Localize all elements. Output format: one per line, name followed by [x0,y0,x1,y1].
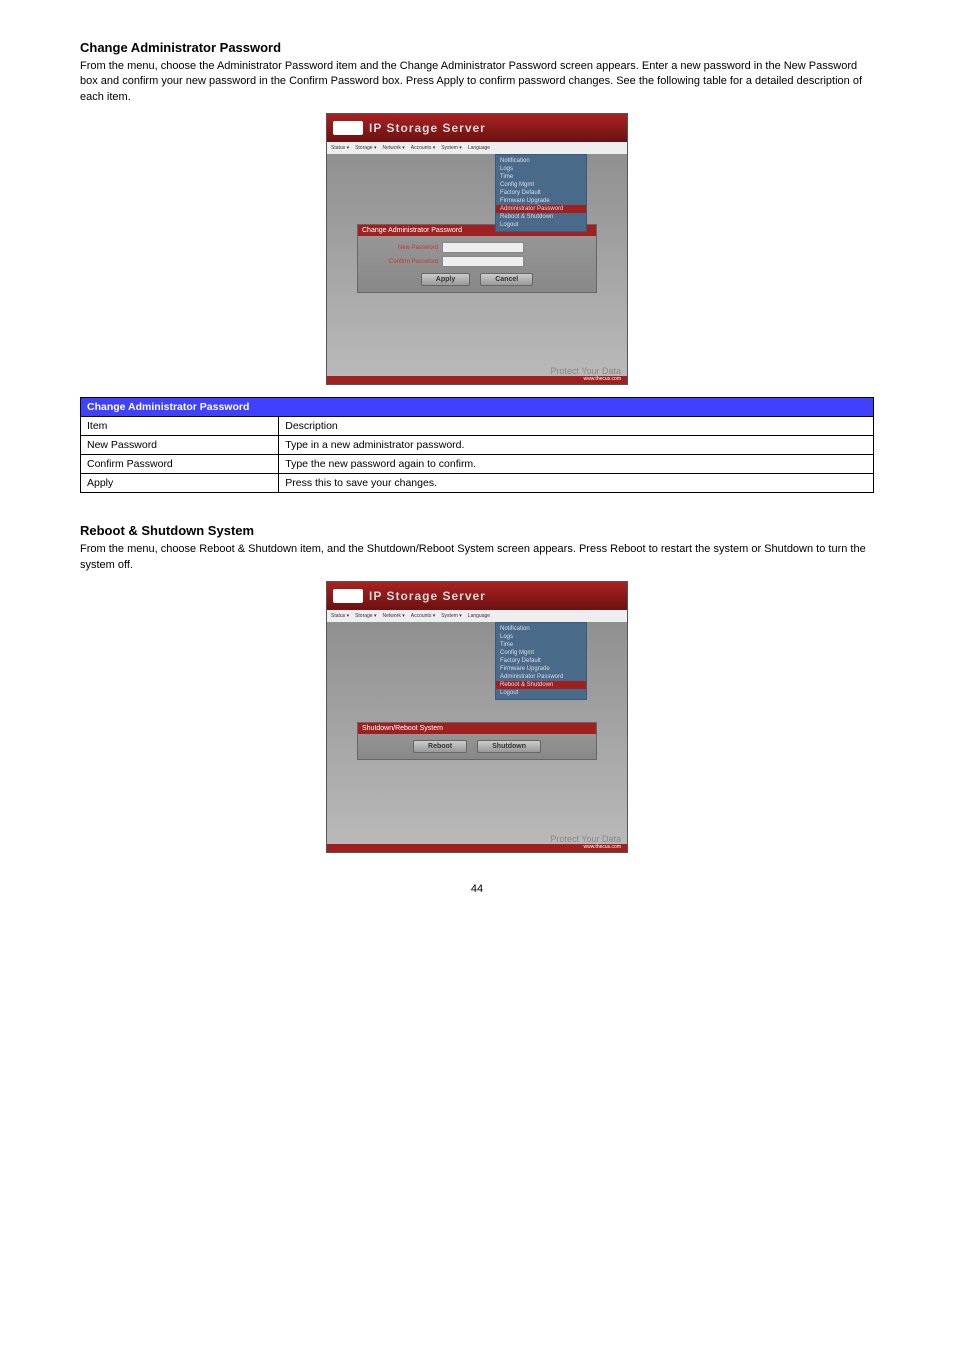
screenshot-admin-password: IP Storage Server Status ▾ Storage ▾ Net… [326,113,628,385]
row-new-password: New Password [368,242,586,253]
table-row: Apply Press this to save your changes. [81,474,874,493]
menu-storage[interactable]: Storage ▾ [355,613,376,619]
menu-language[interactable]: Language [468,145,490,151]
ss-footer: Protect Your Data www.thecus.com [327,830,627,852]
table-cell-item: Confirm Password [81,455,279,474]
confirm-password-input[interactable] [442,256,524,267]
menu-storage[interactable]: Storage ▾ [355,145,376,151]
system-dropdown: Notification Logs Time Config Mgmt Facto… [495,154,587,232]
brand-logo [333,121,363,135]
dropdown-factory-default[interactable]: Factory Default [496,189,586,197]
dropdown-factory-default[interactable]: Factory Default [496,657,586,665]
menu-system[interactable]: System ▾ [441,613,462,619]
section-admin-password: Change Administrator Password From the m… [80,40,874,493]
table-row: Item Description [81,417,874,436]
table-header: Change Administrator Password [81,398,874,417]
dropdown-reboot-shutdown[interactable]: Reboot & Shutdown [496,213,586,221]
admin-password-table: Change Administrator Password Item Descr… [80,397,874,493]
button-row: Reboot Shutdown [368,740,586,753]
footer-bar: www.thecus.com [327,376,627,384]
menu-network[interactable]: Network ▾ [383,145,405,151]
dropdown-notification[interactable]: Notification [496,625,586,633]
page-number: 44 [80,883,874,895]
table-cell-item: Apply [81,474,279,493]
dropdown-logout[interactable]: Logout [496,221,586,229]
ss-footer: Protect Your Data www.thecus.com [327,362,627,384]
menu-system[interactable]: System ▾ [441,145,462,151]
row-confirm-password: Confirm Password [368,256,586,267]
section-text: From the menu, choose Reboot & Shutdown … [80,542,874,573]
table-header-row: Change Administrator Password [81,398,874,417]
cancel-button[interactable]: Cancel [480,273,533,286]
dropdown-logs[interactable]: Logs [496,165,586,173]
footer-logo: Protect Your Data [550,366,627,376]
shutdown-reboot-panel: Shutdown/Reboot System Reboot Shutdown [357,722,597,760]
document-page: Change Administrator Password From the m… [0,0,954,935]
shutdown-button[interactable]: Shutdown [477,740,541,753]
section-reboot-shutdown: Reboot & Shutdown System From the menu, … [80,523,874,853]
ss-header: IP Storage Server [327,114,627,142]
panel-title: Shutdown/Reboot System [358,723,596,734]
reboot-button[interactable]: Reboot [413,740,467,753]
dropdown-admin-password[interactable]: Administrator Password [496,673,586,681]
menu-network[interactable]: Network ▾ [383,613,405,619]
footer-logo: Protect Your Data [550,834,627,844]
ss-header: IP Storage Server [327,582,627,610]
dropdown-time[interactable]: Time [496,173,586,181]
ss-title: IP Storage Server [369,121,486,135]
table-cell-item: Item [81,417,279,436]
dropdown-logout[interactable]: Logout [496,689,586,697]
apply-button[interactable]: Apply [421,273,470,286]
footer-bar: www.thecus.com [327,844,627,852]
menu-accounts[interactable]: Accounts ▾ [411,613,435,619]
menu-status[interactable]: Status ▾ [331,613,349,619]
table-cell-desc: Type the new password again to confirm. [279,455,874,474]
table-cell-desc: Type in a new administrator password. [279,436,874,455]
ss-title: IP Storage Server [369,589,486,603]
table-cell-desc: Description [279,417,874,436]
menu-accounts[interactable]: Accounts ▾ [411,145,435,151]
dropdown-config-mgmt[interactable]: Config Mgmt [496,181,586,189]
section-title: Change Administrator Password [80,40,874,55]
menu-status[interactable]: Status ▾ [331,145,349,151]
new-password-input[interactable] [442,242,524,253]
confirm-password-label: Confirm Password [368,259,438,265]
dropdown-firmware-upgrade[interactable]: Firmware Upgrade [496,197,586,205]
dropdown-config-mgmt[interactable]: Config Mgmt [496,649,586,657]
dropdown-reboot-shutdown[interactable]: Reboot & Shutdown [496,681,586,689]
table-cell-item: New Password [81,436,279,455]
brand-logo [333,589,363,603]
menubar: Status ▾ Storage ▾ Network ▾ Accounts ▾ … [327,142,627,154]
dropdown-firmware-upgrade[interactable]: Firmware Upgrade [496,665,586,673]
table-row: New Password Type in a new administrator… [81,436,874,455]
section-title: Reboot & Shutdown System [80,523,874,538]
button-row: Apply Cancel [368,273,586,286]
dropdown-logs[interactable]: Logs [496,633,586,641]
menu-language[interactable]: Language [468,613,490,619]
screenshot-reboot-shutdown: IP Storage Server Status ▾ Storage ▾ Net… [326,581,628,853]
system-dropdown: Notification Logs Time Config Mgmt Facto… [495,622,587,700]
admin-password-panel: Change Administrator Password New Passwo… [357,224,597,293]
dropdown-notification[interactable]: Notification [496,157,586,165]
section-text: From the menu, choose the Administrator … [80,59,874,105]
table-row: Confirm Password Type the new password a… [81,455,874,474]
menubar: Status ▾ Storage ▾ Network ▾ Accounts ▾ … [327,610,627,622]
table-cell-desc: Press this to save your changes. [279,474,874,493]
dropdown-time[interactable]: Time [496,641,586,649]
dropdown-admin-password[interactable]: Administrator Password [496,205,586,213]
new-password-label: New Password [368,245,438,251]
